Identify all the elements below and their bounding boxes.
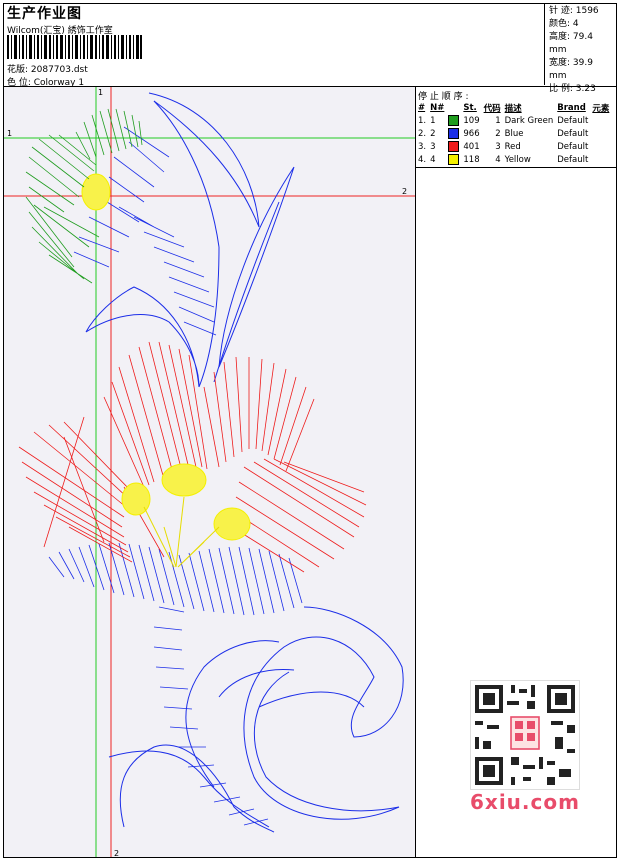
row-n: 4 (430, 154, 436, 165)
stop-sequence-table: # N# St. 代码 描述 Brand 元素 1. 1 109 1 Dark … (416, 102, 611, 166)
red-petals (18, 341, 367, 573)
table-row: 2. 2 966 2 Blue Default (416, 127, 611, 140)
row-description: Dark Green (504, 115, 554, 126)
row-brand: Default (557, 154, 589, 165)
design-file: 花版: 2087703.dst (7, 65, 88, 75)
color-swatch (448, 115, 460, 126)
row-code: 3 (495, 141, 501, 152)
table-header-row: # N# St. 代码 描述 Brand 元素 (416, 102, 611, 114)
page-title: 生产作业图 (7, 6, 82, 22)
row-swatch (446, 114, 461, 127)
design-canvas: 1 1 2 2 (4, 87, 416, 857)
col-header-description: 描述 (504, 104, 522, 114)
color-swatch (448, 154, 460, 165)
row-index: 1. (418, 115, 427, 126)
col-header-stitches: St. (463, 103, 477, 113)
barcode (7, 35, 142, 59)
stop-sequence-panel: 停 止 顺 序 : # N# St. 代码 描述 Brand 元素 1. 1 1… (416, 87, 616, 166)
stop-sequence-title: 停 止 顺 序 : (418, 92, 469, 102)
guide-label-green-v: 1 (98, 88, 103, 97)
guide-label-red-v: 2 (114, 849, 119, 857)
row-index: 4. (418, 154, 427, 165)
row-n: 2 (430, 128, 436, 139)
design-width: 宽度: 39.9 mm (549, 58, 593, 81)
design-height: 高度: 79.4 mm (549, 32, 593, 55)
panel-divider (416, 167, 616, 168)
row-swatch (446, 153, 461, 166)
row-description: Blue (504, 128, 524, 139)
row-element (590, 127, 611, 140)
row-stitches: 109 (463, 115, 480, 126)
row-n: 1 (430, 115, 436, 126)
watermark-site: 6xiu.com (470, 790, 580, 814)
row-index: 3. (418, 141, 427, 152)
table-row: 4. 4 118 4 Yellow Default (416, 153, 611, 166)
stats-box: 针 迹: 1596 颜色: 4 高度: 79.4 mm 宽度: 39.9 mm … (544, 3, 617, 94)
col-header-element: 元素 (592, 104, 610, 114)
row-code: 4 (495, 154, 501, 165)
row-element (590, 153, 611, 166)
guide-label-red-h: 2 (402, 187, 407, 196)
row-element (590, 114, 611, 127)
row-element (590, 140, 611, 153)
embroidery-preview: 1 1 2 2 (4, 87, 415, 857)
row-description: Yellow (504, 154, 531, 165)
row-brand: Default (557, 141, 589, 152)
qr-code (470, 680, 580, 790)
row-stitches: 966 (463, 128, 480, 139)
col-header-n: N# (430, 103, 445, 113)
col-header-index: # (418, 103, 426, 113)
row-description: Red (504, 141, 521, 152)
col-header-code: 代码 (483, 104, 501, 114)
row-code: 2 (495, 128, 501, 139)
blue-outline-leaves (85, 92, 404, 833)
row-swatch (446, 127, 461, 140)
col-header-brand: Brand (557, 103, 586, 113)
row-swatch (446, 140, 461, 153)
color-swatch (448, 141, 460, 152)
color-swatch (448, 128, 460, 139)
table-row: 1. 1 109 1 Dark Green Default (416, 114, 611, 127)
row-index: 2. (418, 128, 427, 139)
stitch-count: 针 迹: 1596 (549, 6, 599, 16)
row-brand: Default (557, 115, 589, 126)
row-stitches: 118 (463, 154, 480, 165)
row-brand: Default (557, 128, 589, 139)
guide-label-green-h: 1 (7, 129, 12, 138)
color-count: 颜色: 4 (549, 19, 579, 29)
row-code: 1 (495, 115, 501, 126)
col-header-swatch (446, 102, 461, 114)
row-stitches: 401 (463, 141, 480, 152)
row-n: 3 (430, 141, 436, 152)
table-row: 3. 3 401 3 Red Default (416, 140, 611, 153)
